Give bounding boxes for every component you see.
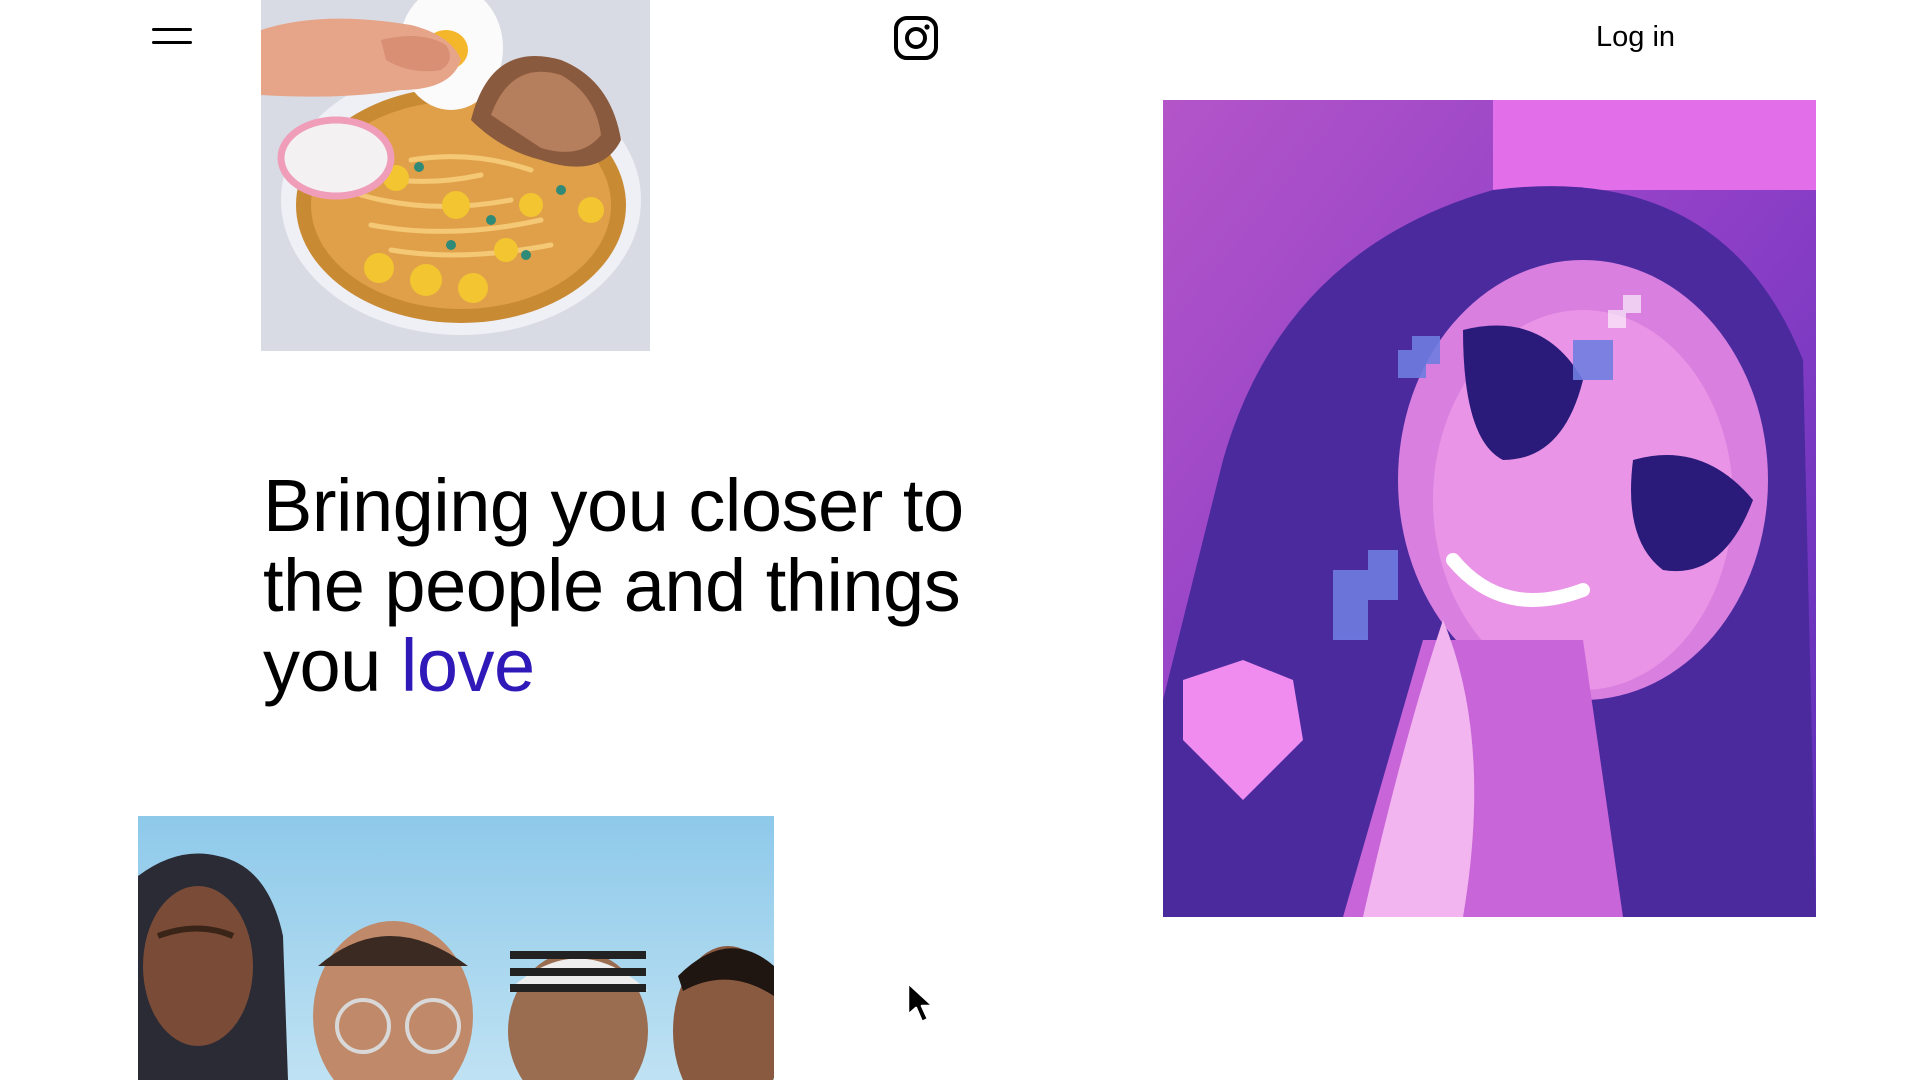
instagram-logo-icon[interactable] <box>892 14 940 62</box>
mouse-cursor-icon <box>905 981 939 1025</box>
headline-line-3-prefix: you <box>263 624 401 707</box>
login-link[interactable]: Log in <box>1596 18 1675 56</box>
headline-line-2: the people and things <box>263 544 961 627</box>
menu-line-icon <box>152 41 192 44</box>
hero-headline: Bringing you closer to the people and th… <box>263 466 1023 706</box>
menu-line-icon <box>152 28 192 31</box>
ramen-bowl-image <box>261 0 650 351</box>
woman-heart-sunglasses-image <box>1163 100 1816 917</box>
group-of-friends-image <box>138 816 774 1080</box>
headline-accent-word: love <box>400 624 535 707</box>
headline-line-1: Bringing you closer to <box>263 464 964 547</box>
menu-button[interactable] <box>146 22 196 56</box>
